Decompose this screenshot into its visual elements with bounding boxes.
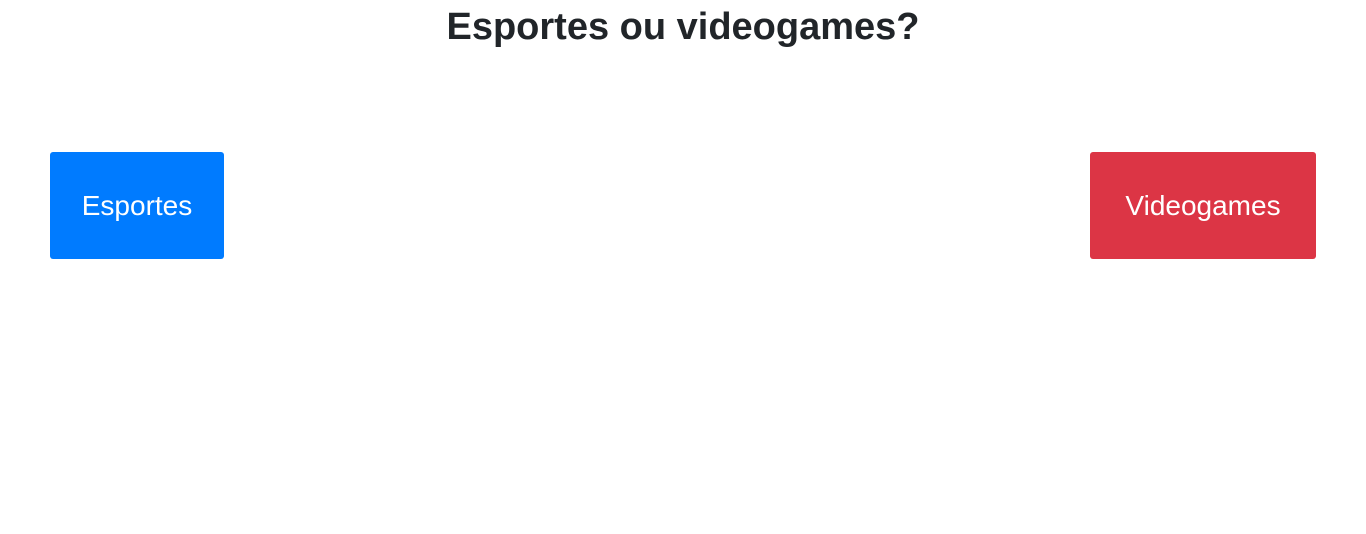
page-title: Esportes ou videogames?	[446, 6, 920, 48]
page: Esportes ou videogames? Esportes Videoga…	[0, 0, 1366, 534]
esportes-button[interactable]: Esportes	[50, 152, 224, 259]
videogames-button[interactable]: Videogames	[1090, 152, 1316, 259]
